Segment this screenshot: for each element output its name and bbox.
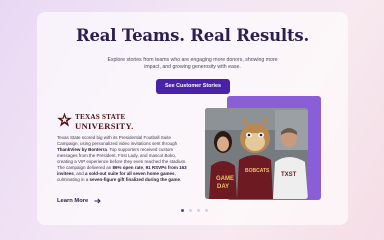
see-customer-stories-button[interactable]: See Customer Stories <box>156 79 230 94</box>
learn-more-label: Learn More <box>57 198 89 204</box>
stat-sold-out: a sold-out suite for all seven home game… <box>85 171 175 177</box>
carousel-dot[interactable] <box>181 209 184 212</box>
carousel-dots <box>181 209 208 212</box>
hero-card: Real Teams. Real Results. Explore storie… <box>37 12 348 225</box>
stat-open-rate: 86% open rate <box>112 165 144 171</box>
svg-text:GAME: GAME <box>216 176 234 182</box>
stat-gift: seven-figure gift finalized during the g… <box>89 177 181 183</box>
carousel-dot[interactable] <box>189 209 192 212</box>
story-photo: GAME DAY BOBCATS TXST <box>205 108 308 199</box>
learn-more-link[interactable]: Learn More <box>57 198 101 204</box>
body-intro: Texas State scored big with its Presiden… <box>57 135 178 147</box>
photo-illustration: GAME DAY BOBCATS TXST <box>205 108 308 199</box>
carousel-dot[interactable] <box>197 209 200 212</box>
logo-line-2: UNIVERSITY. <box>75 121 134 131</box>
logo-line-1: TEXAS STATE <box>75 113 126 121</box>
svg-text:BOBCATS: BOBCATS <box>245 168 270 174</box>
svg-text:TXST: TXST <box>281 172 297 178</box>
hero-subtext: Explore stories from teams who are engag… <box>107 57 278 71</box>
headline: Real Teams. Real Results. <box>75 26 310 45</box>
svg-text:DAY: DAY <box>217 184 229 190</box>
carousel-dot[interactable] <box>205 209 208 212</box>
story-body: Texas State scored big with its Presiden… <box>57 135 193 183</box>
texas-state-logo: TEXAS STATE UNIVERSITY. <box>57 111 134 133</box>
body-brand: ThankView by Bonterra <box>57 147 107 153</box>
arrow-right-icon <box>94 198 101 204</box>
star-icon <box>57 112 72 127</box>
body-middle-2: , and <box>73 171 86 177</box>
body-end: . <box>180 177 182 183</box>
